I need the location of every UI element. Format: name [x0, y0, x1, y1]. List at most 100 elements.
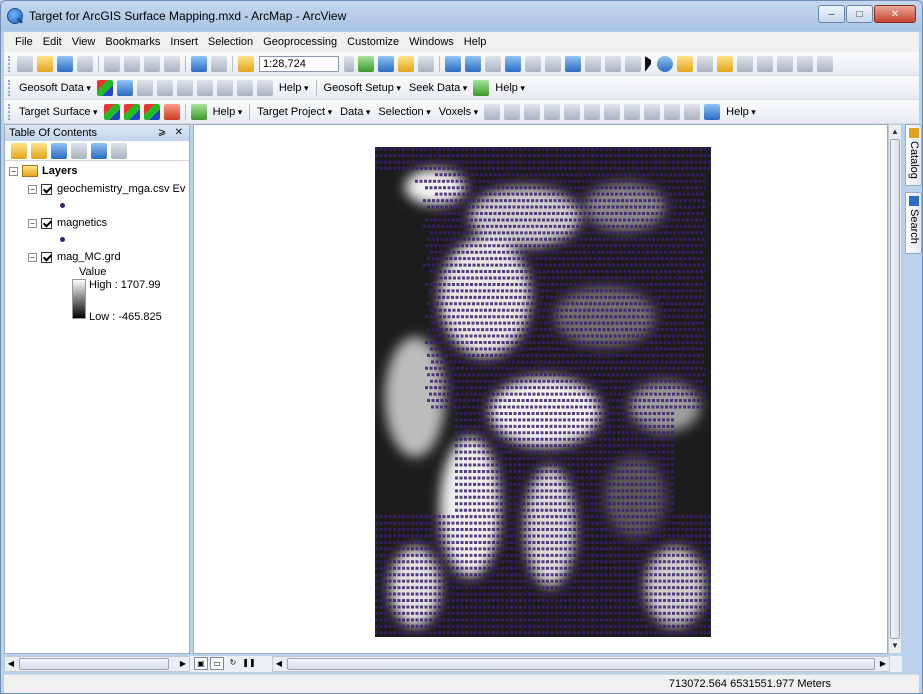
- maximize-button[interactable]: □: [846, 5, 873, 23]
- hyperlink-icon[interactable]: [677, 55, 693, 72]
- close-button[interactable]: ✕: [874, 5, 916, 23]
- forward-extent-icon[interactable]: [585, 55, 601, 72]
- toolbar-grip[interactable]: [8, 79, 11, 96]
- clear-selection-icon[interactable]: [625, 55, 641, 72]
- table-view-icon[interactable]: [704, 103, 721, 120]
- viewer-window-icon[interactable]: [817, 55, 833, 72]
- menu-windows[interactable]: Windows: [404, 32, 459, 52]
- fixed-zoom-out-icon[interactable]: [545, 55, 561, 72]
- surface-contour-icon[interactable]: [123, 103, 140, 120]
- selection-menu[interactable]: Selection: [378, 106, 430, 118]
- target-surface-menu[interactable]: Target Surface: [19, 106, 98, 118]
- list-by-drawing-order-icon[interactable]: [11, 142, 27, 159]
- geosoft-layer-down-icon[interactable]: [216, 79, 233, 96]
- menu-view[interactable]: View: [67, 32, 101, 52]
- minimize-button[interactable]: –: [818, 5, 845, 23]
- identify-icon[interactable]: [657, 55, 673, 72]
- geosoft-map-icon[interactable]: [116, 79, 133, 96]
- measure-icon[interactable]: [717, 55, 733, 72]
- collapse-icon[interactable]: −: [28, 218, 37, 228]
- geosoft-grid-icon[interactable]: [96, 79, 113, 96]
- menu-bookmarks[interactable]: Bookmarks: [100, 32, 165, 52]
- back-extent-icon[interactable]: [565, 55, 581, 72]
- surface-color-icon[interactable]: [190, 103, 207, 120]
- catalog-window-icon[interactable]: [398, 55, 414, 72]
- go-to-xy-icon[interactable]: [777, 55, 793, 72]
- geosoft-layer-icon[interactable]: [196, 79, 213, 96]
- fixed-zoom-in-icon[interactable]: [525, 55, 541, 72]
- select-elements-icon[interactable]: [645, 55, 653, 72]
- scroll-up-icon[interactable]: ▲: [889, 125, 901, 139]
- list-by-visibility-icon[interactable]: [51, 142, 67, 159]
- open-folder-icon[interactable]: [37, 55, 53, 72]
- geosoft-database-icon[interactable]: [136, 79, 153, 96]
- menu-customize[interactable]: Customize: [342, 32, 404, 52]
- collapse-icon[interactable]: −: [28, 252, 37, 262]
- full-extent-icon[interactable]: [505, 55, 521, 72]
- menu-insert[interactable]: Insert: [165, 32, 203, 52]
- fence-section-icon[interactable]: [544, 103, 561, 120]
- copy-icon[interactable]: [124, 55, 140, 72]
- cube-icon[interactable]: [624, 103, 641, 120]
- scroll-right-icon[interactable]: ▶: [177, 657, 189, 671]
- layer-visibility-checkbox[interactable]: [41, 251, 52, 263]
- scroll-right-icon[interactable]: ▶: [877, 657, 889, 671]
- pan-icon[interactable]: [485, 55, 501, 72]
- redo-icon[interactable]: [211, 55, 227, 72]
- close-icon[interactable]: ✕: [175, 127, 183, 138]
- pin-icon[interactable]: ⩾: [158, 127, 166, 138]
- search-window-icon[interactable]: [418, 55, 434, 72]
- menu-file[interactable]: File: [10, 32, 38, 52]
- editor-toolbar-icon[interactable]: [358, 55, 374, 72]
- collapse-icon[interactable]: −: [9, 166, 18, 176]
- list-by-selection-icon[interactable]: [71, 142, 87, 159]
- symbols-icon[interactable]: [684, 103, 701, 120]
- geosoft-data-menu[interactable]: Geosoft Data: [19, 82, 91, 94]
- map-scroll-thumb[interactable]: [287, 658, 875, 670]
- collapse-icon[interactable]: −: [28, 184, 37, 194]
- pause-drawing-icon[interactable]: ❚❚: [242, 657, 256, 670]
- surface-profile-icon[interactable]: [163, 103, 180, 120]
- section-map-icon[interactable]: [504, 103, 521, 120]
- layout-view-icon[interactable]: ▭: [210, 657, 224, 670]
- new-document-icon[interactable]: [17, 55, 33, 72]
- find-icon[interactable]: [737, 55, 753, 72]
- print-icon[interactable]: [77, 55, 93, 72]
- layer-row-mag-grid[interactable]: − mag_MC.grd: [28, 251, 121, 263]
- vertical-scroll-thumb[interactable]: [890, 139, 900, 639]
- menu-selection[interactable]: Selection: [203, 32, 258, 52]
- map-view[interactable]: [193, 124, 888, 654]
- cut-icon[interactable]: [104, 55, 120, 72]
- layers-root[interactable]: − Layers: [9, 165, 77, 177]
- search-tab[interactable]: Search: [905, 192, 922, 254]
- toc-horizontal-scrollbar[interactable]: ◀ ▶: [4, 656, 190, 672]
- table-of-contents-icon[interactable]: [378, 55, 394, 72]
- map-scale-input[interactable]: 1:28,724: [259, 55, 339, 72]
- strip-log-icon[interactable]: [584, 103, 601, 120]
- time-slider-icon[interactable]: [797, 55, 813, 72]
- geosoft-table-icon[interactable]: [236, 79, 253, 96]
- seek-help-menu[interactable]: Help: [495, 82, 525, 94]
- html-popup-icon[interactable]: [697, 55, 713, 72]
- seek-data-menu[interactable]: Seek Data: [409, 82, 467, 94]
- paste-icon[interactable]: [144, 55, 160, 72]
- find-route-icon[interactable]: [757, 55, 773, 72]
- 3d-view-icon[interactable]: [604, 103, 621, 120]
- scroll-down-icon[interactable]: ▼: [889, 639, 901, 653]
- layer-visibility-checkbox[interactable]: [41, 183, 52, 195]
- layer-row-geochemistry[interactable]: − geochemistry_mga.csv Ev: [28, 183, 185, 195]
- toc-options-icon[interactable]: [111, 142, 127, 159]
- geosoft-voxel-icon[interactable]: [156, 79, 173, 96]
- layer-visibility-checkbox[interactable]: [41, 217, 52, 229]
- menu-edit[interactable]: Edit: [38, 32, 67, 52]
- scroll-left-icon[interactable]: ◀: [273, 657, 285, 671]
- refresh-icon[interactable]: ↻: [226, 657, 240, 670]
- scroll-left-icon[interactable]: ◀: [5, 657, 17, 671]
- target-surface-help-menu[interactable]: Help: [213, 106, 243, 118]
- plan-map-icon[interactable]: [484, 103, 501, 120]
- toc-grid-icon[interactable]: [91, 142, 107, 159]
- select-features-icon[interactable]: [605, 55, 621, 72]
- layer-row-magnetics[interactable]: − magnetics: [28, 217, 107, 229]
- points-icon[interactable]: [664, 103, 681, 120]
- voxel-cube-icon[interactable]: [644, 103, 661, 120]
